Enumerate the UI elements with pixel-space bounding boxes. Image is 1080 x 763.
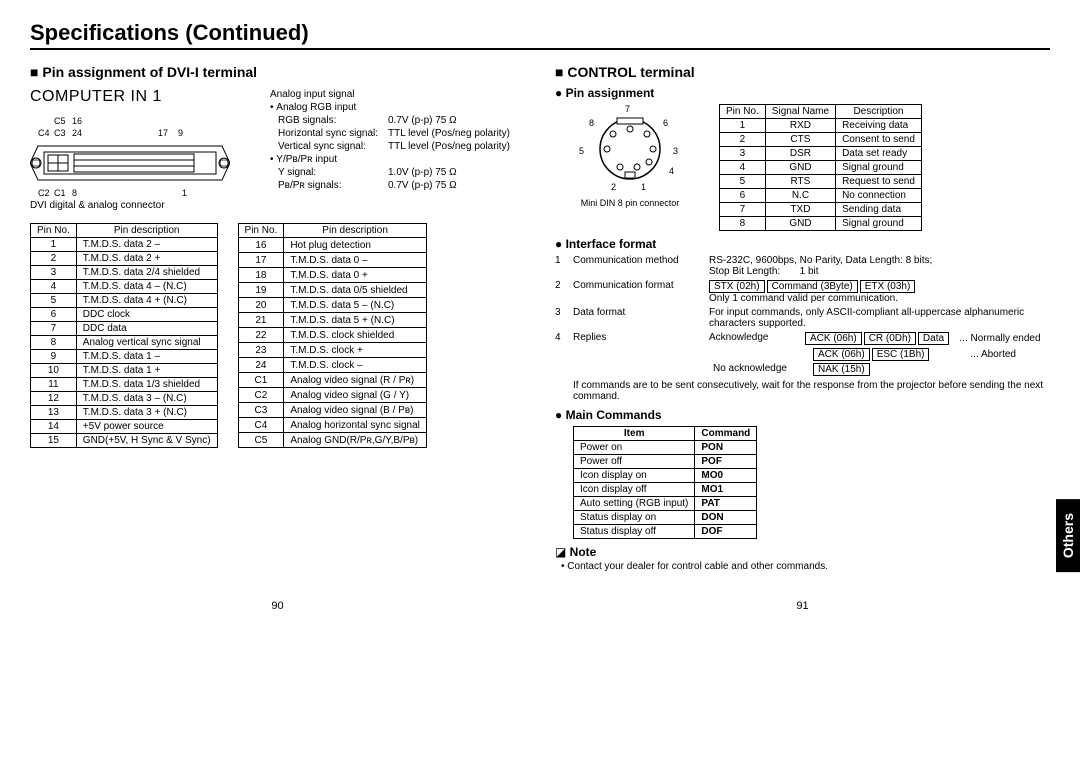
main-commands-title: Main Commands bbox=[555, 408, 1050, 422]
interface-format-block: 1 Communication method RS-232C, 9600bps,… bbox=[555, 255, 1050, 402]
page-number-left: 90 bbox=[30, 600, 525, 612]
pin-assignment-subtitle: Pin assignment bbox=[555, 86, 1050, 100]
analog-signal-block: Analog input signal • Analog RGB input R… bbox=[270, 88, 510, 192]
note-title: Note bbox=[555, 545, 1050, 559]
consecutive-note: If commands are to be sent consecutively… bbox=[573, 380, 1050, 402]
control-pin-table: Pin No. Signal Name Description 1RXDRece… bbox=[719, 104, 922, 231]
dvi-pin-table-b: Pin No.Pin description 16Hot plug detect… bbox=[238, 223, 427, 448]
control-heading: CONTROL terminal bbox=[555, 64, 1050, 80]
main-commands-table: ItemCommand Power onPONPower offPOFIcon … bbox=[573, 426, 757, 539]
dvi-connector-diagram: C5 16 C4 C3 24 17 9 bbox=[30, 116, 250, 196]
right-column: CONTROL terminal Pin assignment 7 8 6 5 … bbox=[555, 54, 1050, 572]
interface-format-title: Interface format bbox=[555, 237, 1050, 251]
dvi-pin-table-a: Pin No.Pin description 1T.M.D.S. data 2 … bbox=[30, 223, 218, 448]
page-number-right: 91 bbox=[555, 600, 1050, 612]
din-connector-diagram: 7 8 6 5 3 4 2 1 bbox=[555, 104, 705, 208]
computer-in-label: COMPUTER IN 1 bbox=[30, 88, 250, 106]
dvi-heading: Pin assignment of DVI-I terminal bbox=[30, 64, 525, 80]
note-text: • Contact your dealer for control cable … bbox=[561, 561, 1050, 572]
others-tab: Others bbox=[1056, 499, 1080, 572]
page-title: Specifications (Continued) bbox=[30, 20, 1050, 50]
left-column: Pin assignment of DVI-I terminal COMPUTE… bbox=[30, 54, 525, 572]
dvi-caption: DVI digital & analog connector bbox=[30, 200, 250, 211]
